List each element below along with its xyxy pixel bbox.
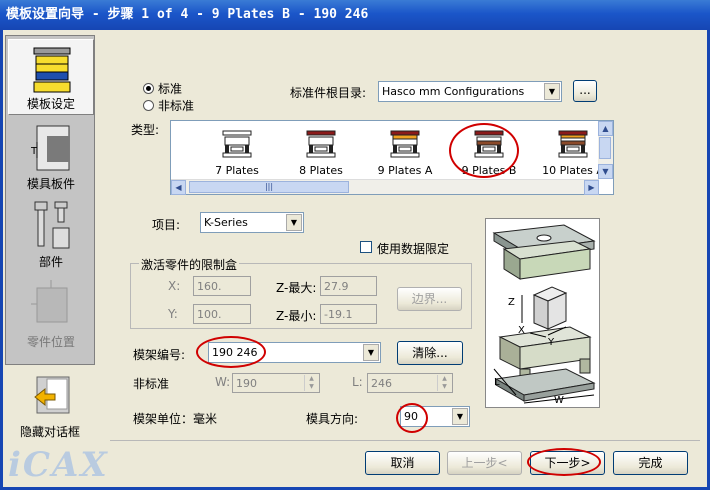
bbox-x-field: 160.	[193, 276, 251, 296]
item-select[interactable]: K-Series ▼	[200, 212, 304, 233]
scroll-thumb[interactable]: |||	[189, 181, 349, 193]
sidebar-item-part-position: 零件位置	[8, 276, 94, 352]
nonstandard-w-value: 190	[236, 377, 257, 390]
dim-y-label: Y	[548, 337, 555, 348]
nonstandard-w-field: 190 ▲ ▼	[232, 373, 320, 393]
mold-assembly-diagram	[492, 224, 596, 404]
item-value: K-Series	[204, 216, 248, 229]
clear-button[interactable]: 清除...	[397, 341, 463, 365]
hide-dialog-icon	[34, 376, 70, 414]
type-label: 类型:	[131, 123, 160, 137]
back-button[interactable]: 上一步<	[447, 451, 522, 475]
highlight-circle-plate-type	[449, 123, 519, 178]
sidebar-item-label: 部件	[38, 255, 63, 269]
hide-dialog-button[interactable]: 隐藏对话框	[5, 375, 95, 440]
group-legend: 激活零件的限制盒	[139, 256, 240, 273]
nonstandard-w-label: W:	[215, 375, 231, 389]
plate-list-vscrollbar[interactable]: ▲ ▼	[598, 121, 613, 179]
plate-type-icon	[390, 130, 420, 158]
w-spinner: ▲ ▼	[304, 375, 318, 391]
bbox-x-value: 160.	[197, 280, 222, 293]
use-data-limit-label: 使用数据限定	[377, 242, 450, 256]
boundary-button[interactable]: 边界...	[397, 287, 462, 311]
bbox-y-label: Y:	[168, 307, 178, 321]
nonstandard-l-field: 246 ▲ ▼	[367, 373, 453, 393]
use-data-limit-checkbox[interactable]	[360, 241, 372, 253]
scroll-thumb[interactable]	[599, 137, 611, 159]
plate-list-hscrollbar[interactable]: ◀ ||| ▶	[171, 179, 599, 195]
browse-dir-button[interactable]: ...	[573, 80, 597, 102]
plate-type-label: 9 Plates A	[377, 164, 433, 177]
item-label: 项目:	[152, 218, 181, 232]
bbox-zmax-field: 27.9	[320, 276, 377, 296]
plate-type-icon	[558, 130, 588, 158]
plate-section-icon: T	[31, 125, 70, 171]
nonstandard-l-label: L:	[352, 375, 363, 389]
plate-type-label: 7 Plates	[215, 164, 259, 177]
chevron-down-icon: ▼	[452, 408, 468, 425]
icax-watermark-logo: iCAX	[8, 445, 109, 485]
chevron-down-icon: ▼	[363, 344, 379, 361]
scroll-left-icon[interactable]: ◀	[171, 180, 186, 195]
plate-type-icon	[222, 130, 252, 158]
nonstandard-radio[interactable]	[143, 100, 154, 111]
dim-z-label: Z	[508, 297, 515, 308]
dim-x-label: X	[518, 325, 525, 336]
wizard-step-panel: 模板设定 T 模具板件 部件 零件位置	[5, 35, 95, 365]
hide-dialog-label: 隐藏对话框	[19, 425, 80, 439]
mold-preview-image: Z X Y L W	[485, 218, 600, 408]
sidebar-item-components[interactable]: 部件	[8, 196, 94, 272]
scroll-down-icon[interactable]: ▼	[598, 164, 613, 179]
chevron-down-icon: ▼	[286, 214, 302, 231]
bbox-y-field: 100.	[193, 304, 251, 324]
bbox-x-label: X:	[168, 279, 181, 293]
nonstandard-l-value: 246	[371, 377, 392, 390]
scroll-right-icon[interactable]: ▶	[584, 180, 599, 195]
plate-type-list: 7 Plates 8 Plates 9 Plates A 9 Plates B …	[170, 120, 614, 195]
bbox-zmin-value: -19.1	[324, 308, 353, 321]
sidebar-item-label: 模板设定	[26, 97, 75, 111]
plate-type-label: 8 Plates	[299, 164, 343, 177]
bbox-zmax-value: 27.9	[324, 280, 349, 293]
bbox-zmin-field: -19.1	[320, 304, 377, 324]
nonstandard-radio-label: 非标准	[158, 99, 195, 113]
highlight-circle-frame-number	[196, 336, 266, 368]
frame-number-label: 模架编号:	[133, 348, 186, 362]
bbox-y-value: 100.	[197, 308, 222, 321]
footer-separator	[110, 440, 700, 441]
sidebar-item-mold-setup[interactable]: 模板设定	[8, 39, 94, 115]
standard-radio[interactable]	[143, 83, 154, 94]
pins-icon	[34, 201, 70, 249]
highlight-circle-direction	[396, 403, 428, 433]
l-spinner: ▲ ▼	[437, 375, 451, 391]
chevron-down-icon: ▼	[544, 83, 560, 100]
bbox-zmax-label: Z-最大:	[276, 281, 317, 295]
plate-type-7-plates[interactable]: 7 Plates	[199, 121, 275, 181]
nonstandard-size-label: 非标准	[133, 377, 170, 391]
window-title: 模板设置向导 - 步骤 1 of 4 - 9 Plates B - 190 24…	[0, 0, 710, 30]
part-position-icon	[31, 280, 68, 323]
finish-button[interactable]: 完成	[613, 451, 688, 475]
standard-dir-select[interactable]: Hasco mm Configurations ▼	[378, 81, 562, 102]
mold-base-icon	[33, 47, 71, 93]
scroll-up-icon[interactable]: ▲	[598, 121, 613, 136]
standard-dir-label: 标准件根目录:	[290, 86, 367, 100]
dim-w-label: W	[554, 395, 564, 406]
sidebar-item-label: 零件位置	[26, 335, 75, 349]
standard-dir-value: Hasco mm Configurations	[382, 85, 525, 98]
highlight-circle-next	[527, 448, 601, 476]
mold-direction-label: 模具方向:	[306, 412, 359, 426]
plate-type-9-plates-a[interactable]: 9 Plates A	[367, 121, 443, 181]
plate-type-icon	[306, 130, 336, 158]
mold-unit-label: 模架单位：毫米	[133, 412, 218, 426]
cancel-button[interactable]: 取消	[365, 451, 440, 475]
plate-type-8-plates[interactable]: 8 Plates	[283, 121, 359, 181]
dim-l-label: L	[494, 377, 500, 388]
sidebar-item-mold-plates[interactable]: T 模具板件	[8, 118, 94, 194]
bbox-zmin-label: Z-最小:	[276, 309, 317, 323]
standard-radio-label: 标准	[158, 82, 183, 96]
sidebar-item-label: 模具板件	[26, 177, 75, 191]
